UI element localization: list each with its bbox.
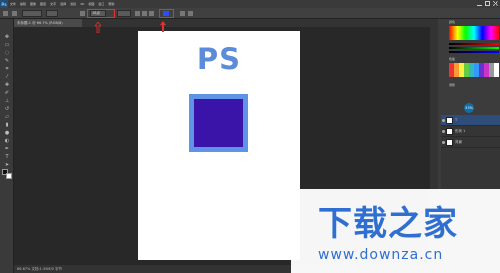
- watermark: 下载之家 www.downza.cn: [291, 189, 500, 273]
- history-brush-tool-icon[interactable]: ↺: [4, 107, 10, 112]
- background-color[interactable]: [6, 173, 12, 179]
- orientation-icon[interactable]: [12, 11, 17, 16]
- align-center-icon[interactable]: [142, 11, 147, 16]
- type-tool-icon[interactable]: T: [4, 155, 10, 160]
- dodge-tool-icon[interactable]: ◐: [4, 139, 10, 144]
- maximize-icon[interactable]: [485, 1, 490, 6]
- menu-item-window[interactable]: 窗口: [96, 2, 106, 6]
- tab-document[interactable]: 未标题-1 @ 66.7% (RGB/8): [14, 19, 82, 27]
- font-family-field[interactable]: [22, 10, 42, 17]
- tools-panel: ✥ ▭ ◌ ✎ ⌗ ⁄ ✚ ✐ ⊥ ↺ ▱ ▮ ● ◐ ✒ T ➤: [0, 19, 14, 273]
- list-item[interactable]: 背景: [441, 137, 500, 148]
- layer-name: T: [455, 118, 458, 122]
- align-right-icon[interactable]: [149, 11, 154, 16]
- color-spectrum[interactable]: [449, 26, 499, 40]
- layer-name: 背景: [455, 140, 462, 144]
- gradient-tool-icon[interactable]: ▮: [4, 123, 10, 128]
- color-slider[interactable]: [449, 51, 499, 53]
- layers-panel: T 形状 1 背景: [441, 115, 500, 195]
- quick-select-tool-icon[interactable]: ✎: [4, 59, 10, 64]
- color-slider[interactable]: [449, 43, 499, 45]
- menu-item-help[interactable]: 帮助: [106, 2, 116, 6]
- warp-text-icon[interactable]: [180, 11, 185, 16]
- lasso-tool-icon[interactable]: ◌: [4, 51, 10, 56]
- list-item[interactable]: T: [441, 115, 500, 126]
- eyedropper-tool-icon[interactable]: ⁄: [4, 75, 10, 80]
- crop-tool-icon[interactable]: ⌗: [4, 67, 10, 72]
- layer-thumbnail: [446, 139, 453, 146]
- eye-icon[interactable]: [442, 141, 445, 144]
- menu-item-edit[interactable]: 编辑: [18, 2, 28, 6]
- menu-item-view[interactable]: 视图: [86, 2, 96, 6]
- color-swatch-highlight: [159, 9, 174, 18]
- arrow-up-icon: [160, 21, 166, 32]
- minimize-icon[interactable]: [477, 1, 482, 6]
- menu-item-type[interactable]: 文字: [48, 2, 58, 6]
- stamp-tool-icon[interactable]: ⊥: [4, 99, 10, 104]
- path-select-tool-icon[interactable]: ➤: [4, 163, 10, 168]
- brush-tool-icon[interactable]: ✐: [4, 91, 10, 96]
- foreground-background-colors[interactable]: [2, 169, 12, 179]
- antialias-field[interactable]: [117, 10, 131, 17]
- layer-thumbnail: [446, 117, 453, 124]
- app-logo: Ps: [0, 0, 8, 8]
- window-controls: [477, 1, 498, 6]
- menu-item-image[interactable]: 图像: [28, 2, 38, 6]
- close-icon[interactable]: [493, 1, 498, 6]
- watermark-title: 下载之家: [318, 204, 458, 244]
- menu-bar: Ps 文件 编辑 图像 图层 文字 选择 滤镜 3D 视图 窗口 帮助: [0, 0, 500, 8]
- tab-bar: 未标题-1 @ 66.7% (RGB/8): [14, 19, 430, 27]
- font-style-field[interactable]: [46, 10, 58, 17]
- photoshop-window: Ps 文件 编辑 图像 图层 文字 选择 滤镜 3D 视图 窗口 帮助 18点: [0, 0, 500, 273]
- panel-tab-adjustments[interactable]: 调整: [449, 83, 455, 88]
- move-icon[interactable]: [3, 11, 8, 16]
- menu-item-3d[interactable]: 3D: [78, 2, 86, 6]
- blur-tool-icon[interactable]: ●: [4, 131, 10, 136]
- panel-tab-color[interactable]: 颜色: [449, 20, 455, 25]
- document-canvas[interactable]: PS: [138, 31, 300, 260]
- options-bar: 18点: [0, 8, 500, 19]
- layer-thumbnail: [446, 128, 453, 135]
- font-size-icon: [80, 11, 85, 16]
- pen-tool-icon[interactable]: ✒: [4, 147, 10, 152]
- move-tool-icon[interactable]: ✥: [4, 35, 10, 40]
- layer-name: 形状 1: [455, 129, 466, 133]
- eye-icon[interactable]: [442, 130, 445, 133]
- list-item[interactable]: 形状 1: [441, 126, 500, 137]
- menu-item-select[interactable]: 选择: [58, 2, 68, 6]
- font-size-highlight: [87, 9, 115, 18]
- menu-item-filter[interactable]: 滤镜: [68, 2, 78, 6]
- menu-item-layer[interactable]: 图层: [38, 2, 48, 6]
- swatches-grid[interactable]: [449, 63, 499, 77]
- align-left-icon[interactable]: [135, 11, 140, 16]
- character-panel-icon[interactable]: [188, 11, 193, 16]
- shape-square[interactable]: [189, 94, 248, 152]
- healing-tool-icon[interactable]: ✚: [4, 83, 10, 88]
- menu-item-file[interactable]: 文件: [8, 2, 18, 6]
- marquee-tool-icon[interactable]: ▭: [4, 43, 10, 48]
- ps-text-layer[interactable]: PS: [138, 42, 300, 76]
- arrow-up-icon: [95, 22, 101, 33]
- color-slider[interactable]: [449, 47, 499, 49]
- panel-tab-swatches[interactable]: 色板: [449, 57, 455, 62]
- eye-icon[interactable]: [442, 119, 445, 122]
- watermark-url: www.downza.cn: [318, 247, 444, 263]
- status-badge: 53%: [464, 103, 474, 113]
- eraser-tool-icon[interactable]: ▱: [4, 115, 10, 120]
